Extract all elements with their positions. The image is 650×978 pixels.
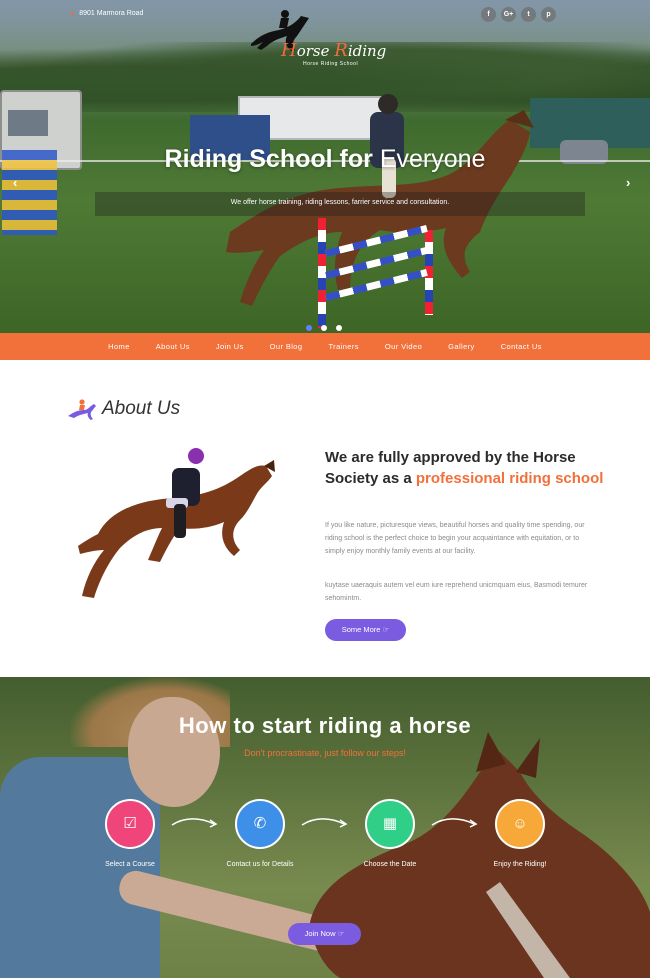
address-text: 8901 Marmora Road (79, 10, 144, 17)
logo-tagline: Horse Riding School (303, 61, 359, 67)
prev-slide-chevron-icon[interactable]: ‹ (13, 175, 17, 190)
logo-word: orse (296, 42, 335, 60)
nav-home[interactable]: Home (95, 342, 143, 351)
join-now-button[interactable]: Join Now ☞ (288, 923, 361, 945)
show-jumping-horse-image (78, 448, 275, 598)
logo-letter: R (334, 40, 348, 61)
smile-icon[interactable]: ☺ (495, 799, 545, 849)
slider-dot[interactable] (321, 325, 327, 331)
about-section-title: About Us (66, 398, 180, 420)
arrow-right-icon (301, 818, 348, 828)
steps-title: How to start riding a horse (178, 713, 472, 738)
step-label: Enjoy the Riding! (493, 861, 547, 868)
nav-gallery[interactable]: Gallery (435, 342, 488, 351)
next-slide-chevron-icon[interactable]: › (626, 175, 630, 190)
header-address: ● 8901 Marmora Road (70, 10, 143, 17)
slider-dot[interactable] (306, 325, 312, 331)
site-logo[interactable]: Horse Riding Horse Riding School (245, 6, 395, 67)
nav-our-video[interactable]: Our Video (372, 342, 435, 351)
pinterest-icon[interactable]: p (541, 7, 556, 22)
facebook-icon[interactable]: f (481, 7, 496, 22)
calendar-icon[interactable]: ▦ (365, 799, 415, 849)
steps-subtitle: Don't procrastinate, just follow our ste… (244, 748, 406, 758)
hero-title-bold: Riding School for (164, 145, 373, 173)
logo-letter: H (281, 40, 297, 61)
hero-subtitle: We offer horse training, riding lessons,… (230, 199, 450, 206)
step-label: Contact us for Details (226, 861, 294, 868)
rider-icon (68, 399, 96, 420)
step-label: Choose the Date (363, 861, 417, 868)
step-label: Select a Course (105, 861, 155, 868)
nav-trainers[interactable]: Trainers (315, 342, 371, 351)
logo-text: Horse Riding (281, 40, 386, 61)
google-plus-icon[interactable]: G+ (501, 7, 516, 22)
about-heading: We are fully approved by the Horse Socie… (325, 447, 625, 489)
about-heading-highlight: professional riding school (415, 470, 604, 487)
slider-dot[interactable] (336, 325, 342, 331)
phone-icon[interactable]: ✆ (235, 799, 285, 849)
main-navigation: Home About Us Join Us Our Blog Trainers … (0, 333, 650, 360)
social-links: f G+ t p (481, 7, 556, 22)
arrow-right-icon (431, 818, 478, 828)
hero-title-light: Everyone (379, 145, 486, 173)
slider-dots (306, 325, 342, 331)
about-paragraph-secondary: kuytase uaeraquis autem vel eum iure rep… (325, 582, 588, 602)
nav-about-us[interactable]: About Us (143, 342, 203, 351)
nav-contact-us[interactable]: Contact Us (488, 342, 555, 351)
nav-our-blog[interactable]: Our Blog (257, 342, 316, 351)
map-pin-icon: ● (70, 10, 75, 17)
hero-title: Riding School for Everyone (0, 145, 650, 174)
nav-join-us[interactable]: Join Us (203, 342, 257, 351)
hero-slider: ● 8901 Marmora Road Horse Riding Horse Ri… (0, 0, 650, 333)
checkbox-icon[interactable]: ☑ (105, 799, 155, 849)
arrow-right-icon (171, 818, 218, 828)
logo-word: iding (347, 42, 387, 60)
about-title-text: About Us (102, 398, 181, 419)
about-paragraph: If you like nature, picturesque views, b… (325, 522, 585, 555)
some-more-button[interactable]: Some More ☞ (325, 619, 406, 641)
twitter-icon[interactable]: t (521, 7, 536, 22)
